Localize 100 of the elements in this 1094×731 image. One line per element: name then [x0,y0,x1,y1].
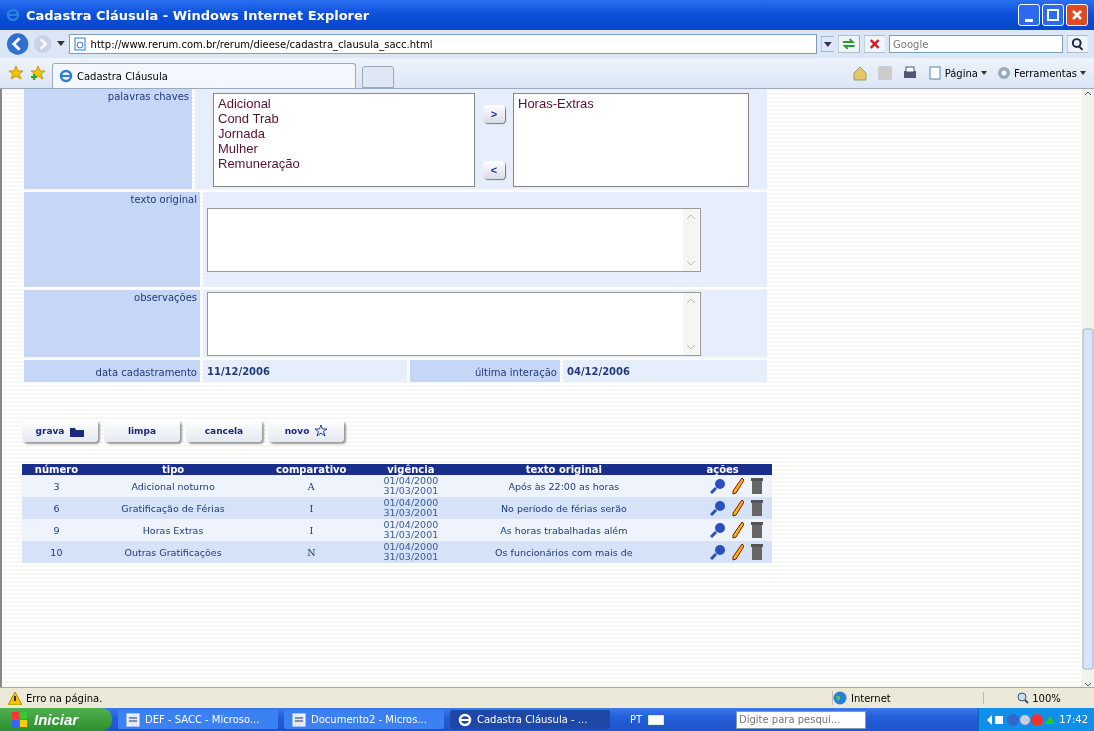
browser-logo-icon [6,8,20,22]
trash-icon[interactable] [750,499,764,517]
scrollbar-icon [1082,89,1094,687]
table-cell: 6 [22,497,91,519]
table-cell: 01/04/2000 31/03/2001 [367,497,455,519]
field-value: 04/12/2006 [563,360,767,382]
text-area[interactable] [207,207,701,272]
table-cell: No período de férias serão [454,497,674,519]
action-button[interactable]: limpa [104,420,180,442]
warning-icon [8,691,22,705]
move-left-button[interactable]: < [483,161,505,179]
globe-icon [833,691,847,705]
table-cell: I [255,519,368,541]
table-cell: 01/04/2000 31/03/2001 [367,541,455,563]
trash-icon[interactable] [750,477,764,495]
toolbar-menu[interactable]: Página [927,66,987,80]
list-item[interactable]: Adicional [218,96,470,111]
action-button[interactable]: cancela [186,420,262,442]
taskbar-button[interactable]: Cadastra Cláusula - ... [450,710,610,729]
magnifier-icon[interactable] [710,478,726,494]
list-item[interactable]: Horas-Extras [518,96,744,111]
pencil-icon[interactable] [732,543,744,561]
dropdown-button[interactable] [820,36,835,52]
list-box[interactable]: Adicional Cond Trab Jornada Mulher Remuneração [213,93,475,187]
language-indicator[interactable]: PT [630,714,643,725]
table-cell: 9 [22,519,91,541]
search-field[interactable]: Digite para pesqui... [736,710,866,729]
action-button[interactable]: novo [268,420,344,442]
magnifier-icon[interactable] [710,544,726,560]
tray-icons-drawing [985,711,1056,728]
search-button[interactable] [1066,35,1088,53]
taskbar-button[interactable]: Documento2 - Micros... [284,710,444,729]
table-cell: Gratificação de Férias [90,497,256,519]
pencil-icon[interactable] [732,521,744,539]
magnifier-icon[interactable] [710,522,726,538]
move-right-button[interactable]: > [483,105,505,123]
table-cell: Outras Gratificações [90,541,256,563]
table-cell: 01/04/2000 31/03/2001 [367,519,455,541]
table-cell: A [255,475,368,497]
field-label: observações [24,290,200,357]
field-value: 11/12/2006 [203,360,407,382]
windows-logo-icon [12,711,28,728]
column-header: texto original [454,464,674,475]
document-icon [292,712,306,727]
dropdown-arrow-icon[interactable] [56,41,65,47]
magnifier-icon [1017,692,1030,704]
star-icon [315,425,328,437]
table-cell: I [255,497,368,519]
column-header: comparativo [255,464,368,475]
pencil-icon[interactable] [732,499,744,517]
printer-icon[interactable] [901,65,918,81]
scrollbar-icon [683,292,699,355]
clock: 17:42 [1059,714,1088,725]
window-title: Cadastra Cláusula - Windows Internet Explorer [26,7,371,23]
close-button[interactable] [1066,4,1088,26]
field-label: última interação [410,360,560,382]
gear-icon [996,66,1011,80]
trash-icon[interactable] [750,543,764,561]
add-favorite-icon[interactable] [30,65,46,81]
folder-icon [70,425,85,437]
table-cell: As horas trabalhadas além [454,519,674,541]
table-cell: Os funcionários com mais de [454,541,674,563]
back-button[interactable] [6,32,30,56]
magnifier-icon[interactable] [710,500,726,516]
list-item[interactable]: Cond Trab [218,111,470,126]
browser-logo-icon [59,69,73,83]
text-area[interactable] [207,291,701,356]
browser-tab[interactable]: Cadastra Cláusula [52,63,356,88]
status-message: Erro na página. [26,692,103,704]
search-field[interactable]: Google [889,35,1063,53]
taskbar-button[interactable]: DEF - SACC - Microso... [118,710,278,729]
page-icon [72,37,87,51]
keyboard-icon[interactable] [648,714,665,725]
action-button[interactable]: grava [22,420,98,442]
maximize-button[interactable] [1042,4,1064,26]
toolbar-menu[interactable]: Ferramentas [996,66,1086,80]
zoom-control[interactable]: 100% [983,692,1094,704]
address-field[interactable]: http://www.rerum.com.br/rerum/dieese/cadastra_clausula_sacc.html [68,34,817,54]
list-item[interactable]: Remuneração [218,156,470,171]
table-cell: Horas Extras [90,519,256,541]
column-header: ações [673,464,772,475]
pencil-icon[interactable] [732,477,744,495]
list-item[interactable]: Mulher [218,141,470,156]
field-label: texto original [24,192,200,287]
star-icon[interactable] [8,65,24,81]
table-cell: 01/04/2000 31/03/2001 [367,475,455,497]
minimize-button[interactable] [1018,4,1040,26]
table-cell: 3 [22,475,91,497]
list-box[interactable]: Horas-Extras [513,93,749,187]
field-label: palavras chaves [24,89,192,189]
trash-icon[interactable] [750,521,764,539]
zone-label: Internet [851,692,891,704]
table-cell: 10 [22,541,91,563]
table-cell: Adicional noturno [90,475,256,497]
stop-button[interactable] [863,35,886,53]
field-label: data cadastramento [24,360,200,382]
list-item[interactable]: Jornada [218,126,470,141]
page-icon [927,66,942,80]
table-cell: Após às 22:00 as horas [454,475,674,497]
table-cell: N [255,541,368,563]
